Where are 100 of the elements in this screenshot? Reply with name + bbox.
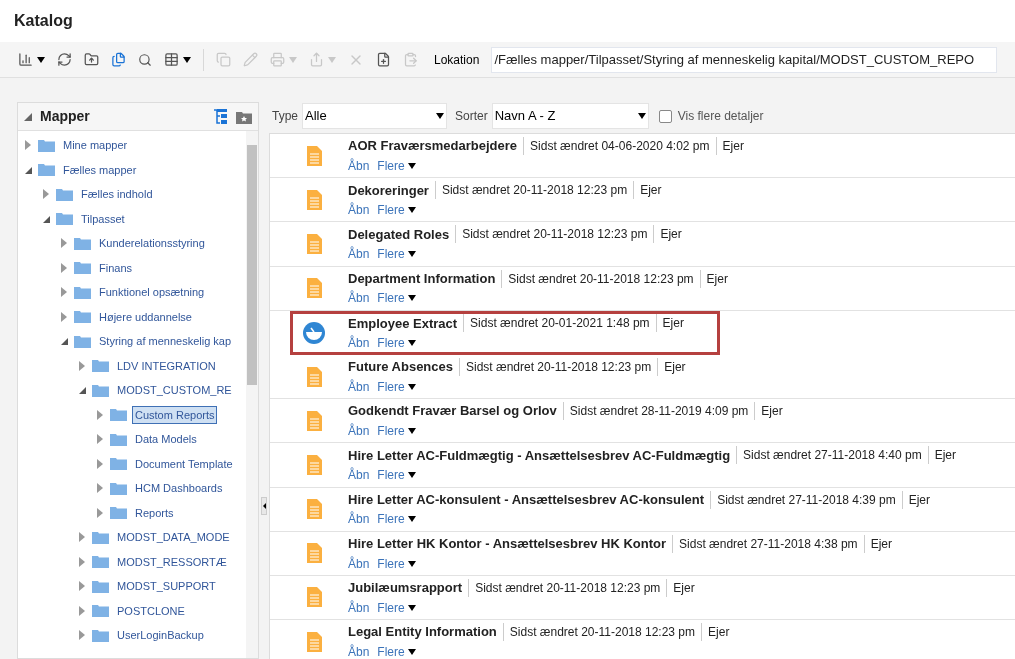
- item-name[interactable]: Hire Letter HK Kontor - Ansættelsesbrev HK Kontor: [348, 534, 667, 554]
- tree-item[interactable]: Fælles mapper: [60, 160, 140, 179]
- paste-icon[interactable]: [403, 52, 418, 67]
- tree-item[interactable]: Styring af menneskelig kap: [96, 332, 235, 351]
- more-button[interactable]: Flere: [377, 156, 416, 175]
- folder-icon: [74, 285, 91, 299]
- item-name[interactable]: Department Information: [348, 268, 496, 289]
- open-link[interactable]: Åbn: [348, 466, 370, 485]
- more-button[interactable]: Flere: [377, 289, 416, 308]
- expand-arrow-icon[interactable]: [59, 238, 69, 249]
- tree-item[interactable]: Fælles indhold: [78, 185, 156, 204]
- open-link[interactable]: Åbn: [348, 334, 370, 353]
- collapse-arrow-icon[interactable]: [24, 112, 32, 121]
- tree-item[interactable]: MODST_DATA_MODE: [114, 528, 233, 547]
- expand-arrow-icon[interactable]: [95, 507, 105, 518]
- tree-item[interactable]: POSTCLONE: [114, 601, 188, 620]
- item-name[interactable]: Legal Entity Information: [348, 622, 497, 642]
- open-link[interactable]: Åbn: [348, 421, 370, 440]
- search-icon[interactable]: [138, 52, 152, 67]
- tree-item[interactable]: MODST_RESSORTÆ: [114, 552, 230, 571]
- expand-arrow-icon[interactable]: [77, 605, 87, 616]
- item-name[interactable]: Godkendt Fravær Barsel og Orlov: [348, 401, 557, 421]
- tree-view-icon[interactable]: [213, 109, 228, 124]
- more-button[interactable]: Flere: [377, 642, 416, 659]
- open-link[interactable]: Åbn: [348, 642, 370, 659]
- expand-arrow-icon[interactable]: [41, 189, 51, 200]
- open-link[interactable]: Åbn: [348, 510, 370, 529]
- layout-button[interactable]: [164, 52, 191, 67]
- expand-arrow-icon[interactable]: [77, 532, 87, 543]
- upload-icon[interactable]: [84, 52, 99, 67]
- more-button[interactable]: Flere: [377, 510, 416, 529]
- refresh-icon[interactable]: [57, 52, 72, 67]
- tree-item[interactable]: Funktionel opsætning: [96, 283, 208, 302]
- item-name[interactable]: Jubilæumsrapport: [348, 578, 463, 598]
- print-button[interactable]: [270, 52, 297, 67]
- type-select[interactable]: Alle: [302, 103, 447, 129]
- open-link[interactable]: Åbn: [348, 201, 370, 220]
- more-button[interactable]: Flere: [377, 245, 416, 264]
- tree-item[interactable]: UserLoginBackup: [114, 626, 207, 645]
- expand-arrow-icon[interactable]: [59, 262, 69, 273]
- tree-item[interactable]: Kunderelationsstyring: [96, 234, 208, 253]
- item-name[interactable]: Future Absences: [348, 357, 453, 377]
- more-button[interactable]: Flere: [377, 201, 416, 220]
- folders-icon[interactable]: [111, 52, 126, 67]
- expand-arrow-icon[interactable]: [95, 458, 105, 469]
- tree-item[interactable]: Data Models: [132, 430, 200, 449]
- tree-item[interactable]: Custom Reports: [132, 405, 218, 424]
- tree-item[interactable]: Document Template: [132, 454, 236, 473]
- tree-item[interactable]: Reports: [132, 503, 177, 522]
- expand-arrow-icon[interactable]: [59, 287, 69, 298]
- more-button[interactable]: Flere: [377, 554, 416, 573]
- expand-arrow-icon[interactable]: [95, 434, 105, 445]
- tree-item[interactable]: Tilpasset: [78, 209, 128, 228]
- open-link[interactable]: Åbn: [348, 156, 370, 175]
- more-button[interactable]: Flere: [377, 421, 416, 440]
- tree-item[interactable]: Mine mapper: [60, 136, 131, 155]
- tree-item[interactable]: HCM Dashboards: [132, 479, 226, 498]
- copy-icon[interactable]: [216, 52, 231, 67]
- tree-item[interactable]: Højere uddannelse: [96, 307, 195, 326]
- tree-item[interactable]: LDV INTEGRATION: [114, 356, 219, 375]
- item-name[interactable]: Dekoreringer: [348, 180, 429, 201]
- expand-arrow-icon[interactable]: [77, 556, 87, 567]
- item-name[interactable]: Delegated Roles: [348, 224, 450, 245]
- details-checkbox[interactable]: [658, 109, 672, 123]
- more-button[interactable]: Flere: [377, 598, 416, 617]
- expand-arrow-icon[interactable]: [59, 311, 69, 322]
- expand-arrow-icon[interactable]: [23, 140, 33, 151]
- scrollbar[interactable]: [246, 131, 258, 658]
- item-name[interactable]: AOR Fraværsmedarbejdere: [348, 136, 518, 156]
- more-button[interactable]: Flere: [377, 377, 416, 396]
- favorite-folder-icon[interactable]: [236, 109, 252, 124]
- collapse-arrow-icon[interactable]: [59, 336, 69, 347]
- item-name[interactable]: Hire Letter AC-Fuldmægtig - Ansættelsesbrev AC-Fuldmægtig: [348, 445, 731, 466]
- tree-item[interactable]: MODST_SUPPORT: [114, 577, 219, 596]
- view-button[interactable]: [18, 52, 45, 67]
- open-link[interactable]: Åbn: [348, 245, 370, 264]
- splitter-handle[interactable]: [261, 496, 267, 515]
- sort-select[interactable]: Navn A - Z: [491, 103, 649, 129]
- tree-item[interactable]: MODST_CUSTOM_RE: [114, 381, 235, 400]
- open-link[interactable]: Åbn: [348, 598, 370, 617]
- caret-icon: [183, 56, 191, 63]
- open-link[interactable]: Åbn: [348, 554, 370, 573]
- document-icon: [306, 499, 322, 520]
- share-button[interactable]: [309, 52, 336, 67]
- expand-arrow-icon[interactable]: [77, 581, 87, 592]
- location-field[interactable]: /Fælles mapper/Tilpasset/Styring af menneskelig kapital/MODST_CUSTOM_REPO: [491, 46, 997, 73]
- expand-arrow-icon[interactable]: [77, 630, 87, 641]
- edit-icon[interactable]: [243, 52, 258, 67]
- open-link[interactable]: Åbn: [348, 289, 370, 308]
- expand-arrow-icon[interactable]: [77, 360, 87, 371]
- tree-item[interactable]: Finans: [96, 258, 136, 277]
- expand-arrow-icon[interactable]: [95, 409, 105, 420]
- item-name[interactable]: Employee Extract: [348, 313, 458, 334]
- expand-arrow-icon[interactable]: [95, 483, 105, 494]
- more-button[interactable]: Flere: [377, 334, 416, 353]
- more-button[interactable]: Flere: [377, 466, 416, 485]
- item-name[interactable]: Hire Letter AC-konsulent - Ansættelsesbrev AC-konsulent: [348, 489, 705, 510]
- collapse-arrow-icon[interactable]: [77, 385, 87, 396]
- folder-icon: [92, 579, 109, 593]
- open-link[interactable]: Åbn: [348, 377, 370, 396]
